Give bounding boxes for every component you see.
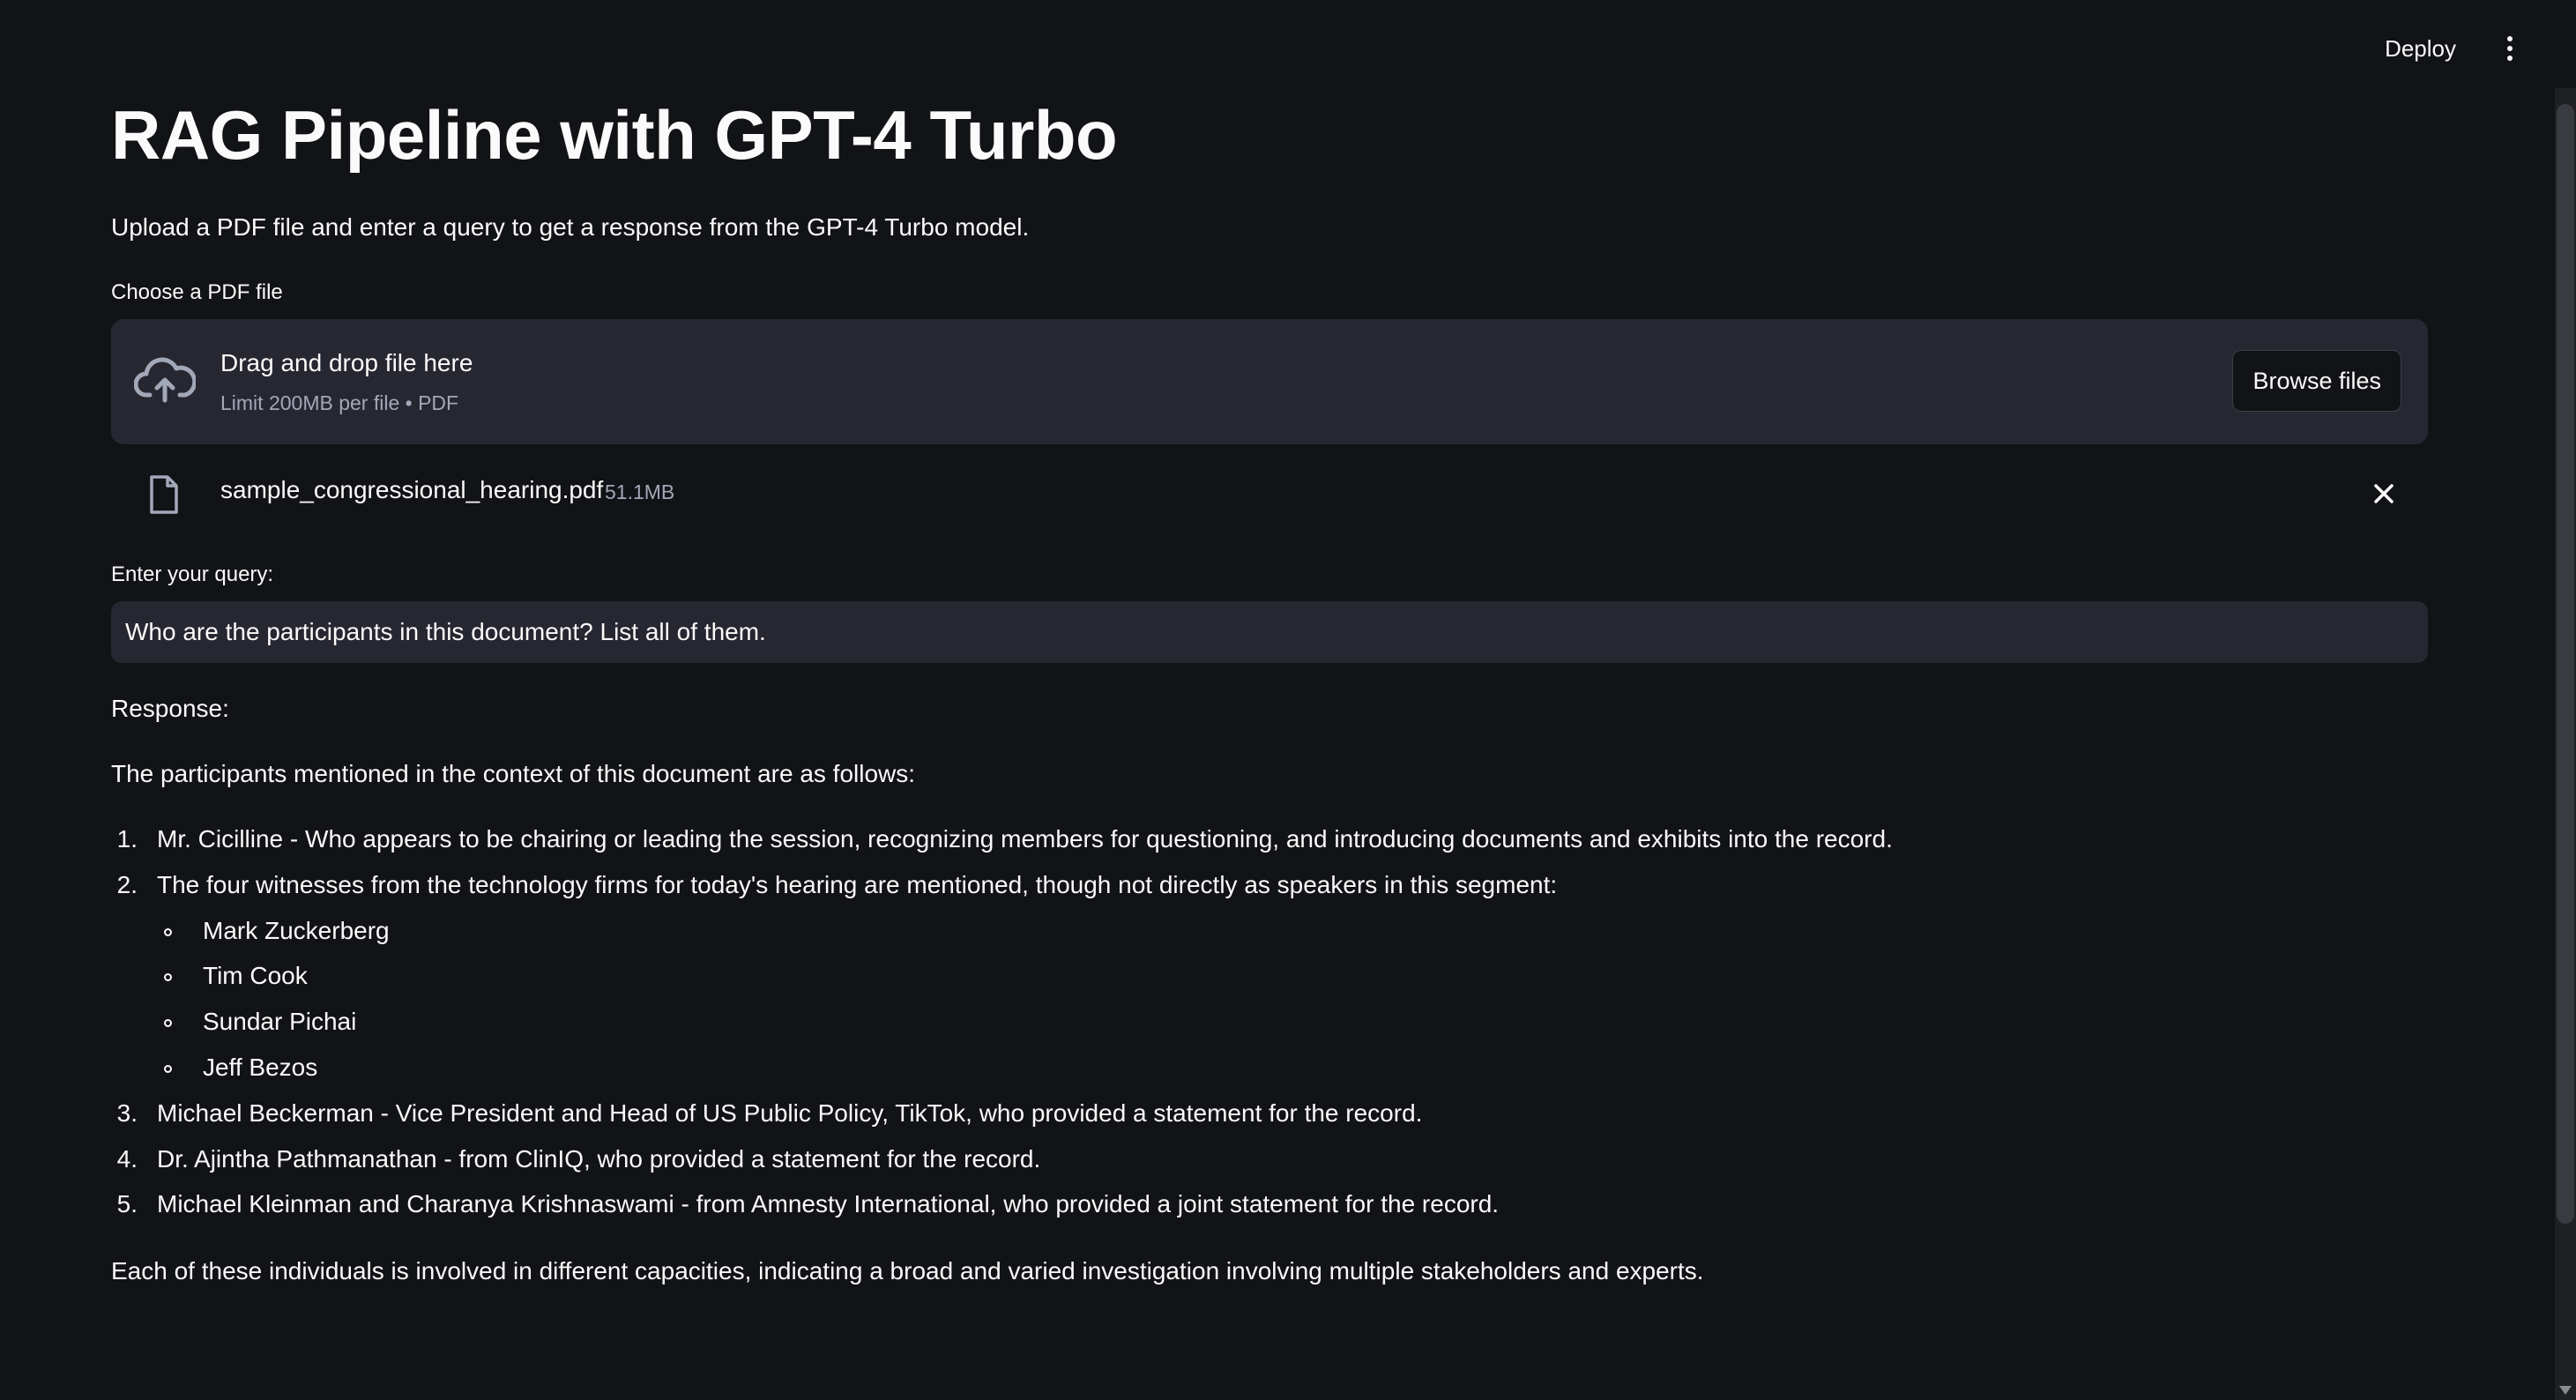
response-conclusion: Each of these individuals is involved in… — [111, 1257, 1704, 1285]
response-label: Response: — [111, 695, 229, 722]
remove-file-button[interactable] — [2366, 476, 2401, 511]
app-page: Deploy RAG Pipeline with GPT-4 Turbo Upl… — [0, 0, 2576, 1400]
response-intro: The participants mentioned in the contex… — [111, 760, 916, 787]
browse-files-button[interactable]: Browse files — [2232, 350, 2401, 412]
uploaded-file-name: sample_congressional_hearing.pdf — [220, 476, 604, 503]
file-icon — [150, 475, 178, 514]
uploaded-file-size: 51.1MB — [605, 480, 675, 503]
page-subtitle: Upload a PDF file and enter a query to g… — [111, 213, 1030, 241]
page-title: RAG Pipeline with GPT-4 Turbo — [111, 96, 1118, 174]
close-icon — [2374, 484, 2394, 503]
dropzone-instructions: Drag and drop file here — [220, 349, 473, 376]
app-header: Deploy — [0, 0, 2576, 97]
file-dropzone[interactable]: Drag and drop file here Limit 200MB per … — [111, 319, 2428, 444]
uploader-label: Choose a PDF file — [111, 280, 283, 304]
query-input[interactable] — [111, 601, 2428, 663]
upload-cloud-icon — [134, 357, 196, 403]
main-menu-button[interactable] — [2488, 26, 2532, 71]
dropzone-limit: Limit 200MB per file • PDF — [220, 391, 459, 414]
scrollbar-thumb[interactable] — [2557, 104, 2574, 1224]
query-label: Enter your query: — [111, 562, 274, 586]
uploaded-file-row: sample_congressional_hearing.pdf 51.1MB — [111, 464, 2428, 522]
kebab-menu-icon — [2507, 36, 2513, 61]
deploy-button[interactable]: Deploy — [2371, 26, 2470, 71]
scroll-down-arrow-icon[interactable] — [2559, 1386, 2572, 1395]
